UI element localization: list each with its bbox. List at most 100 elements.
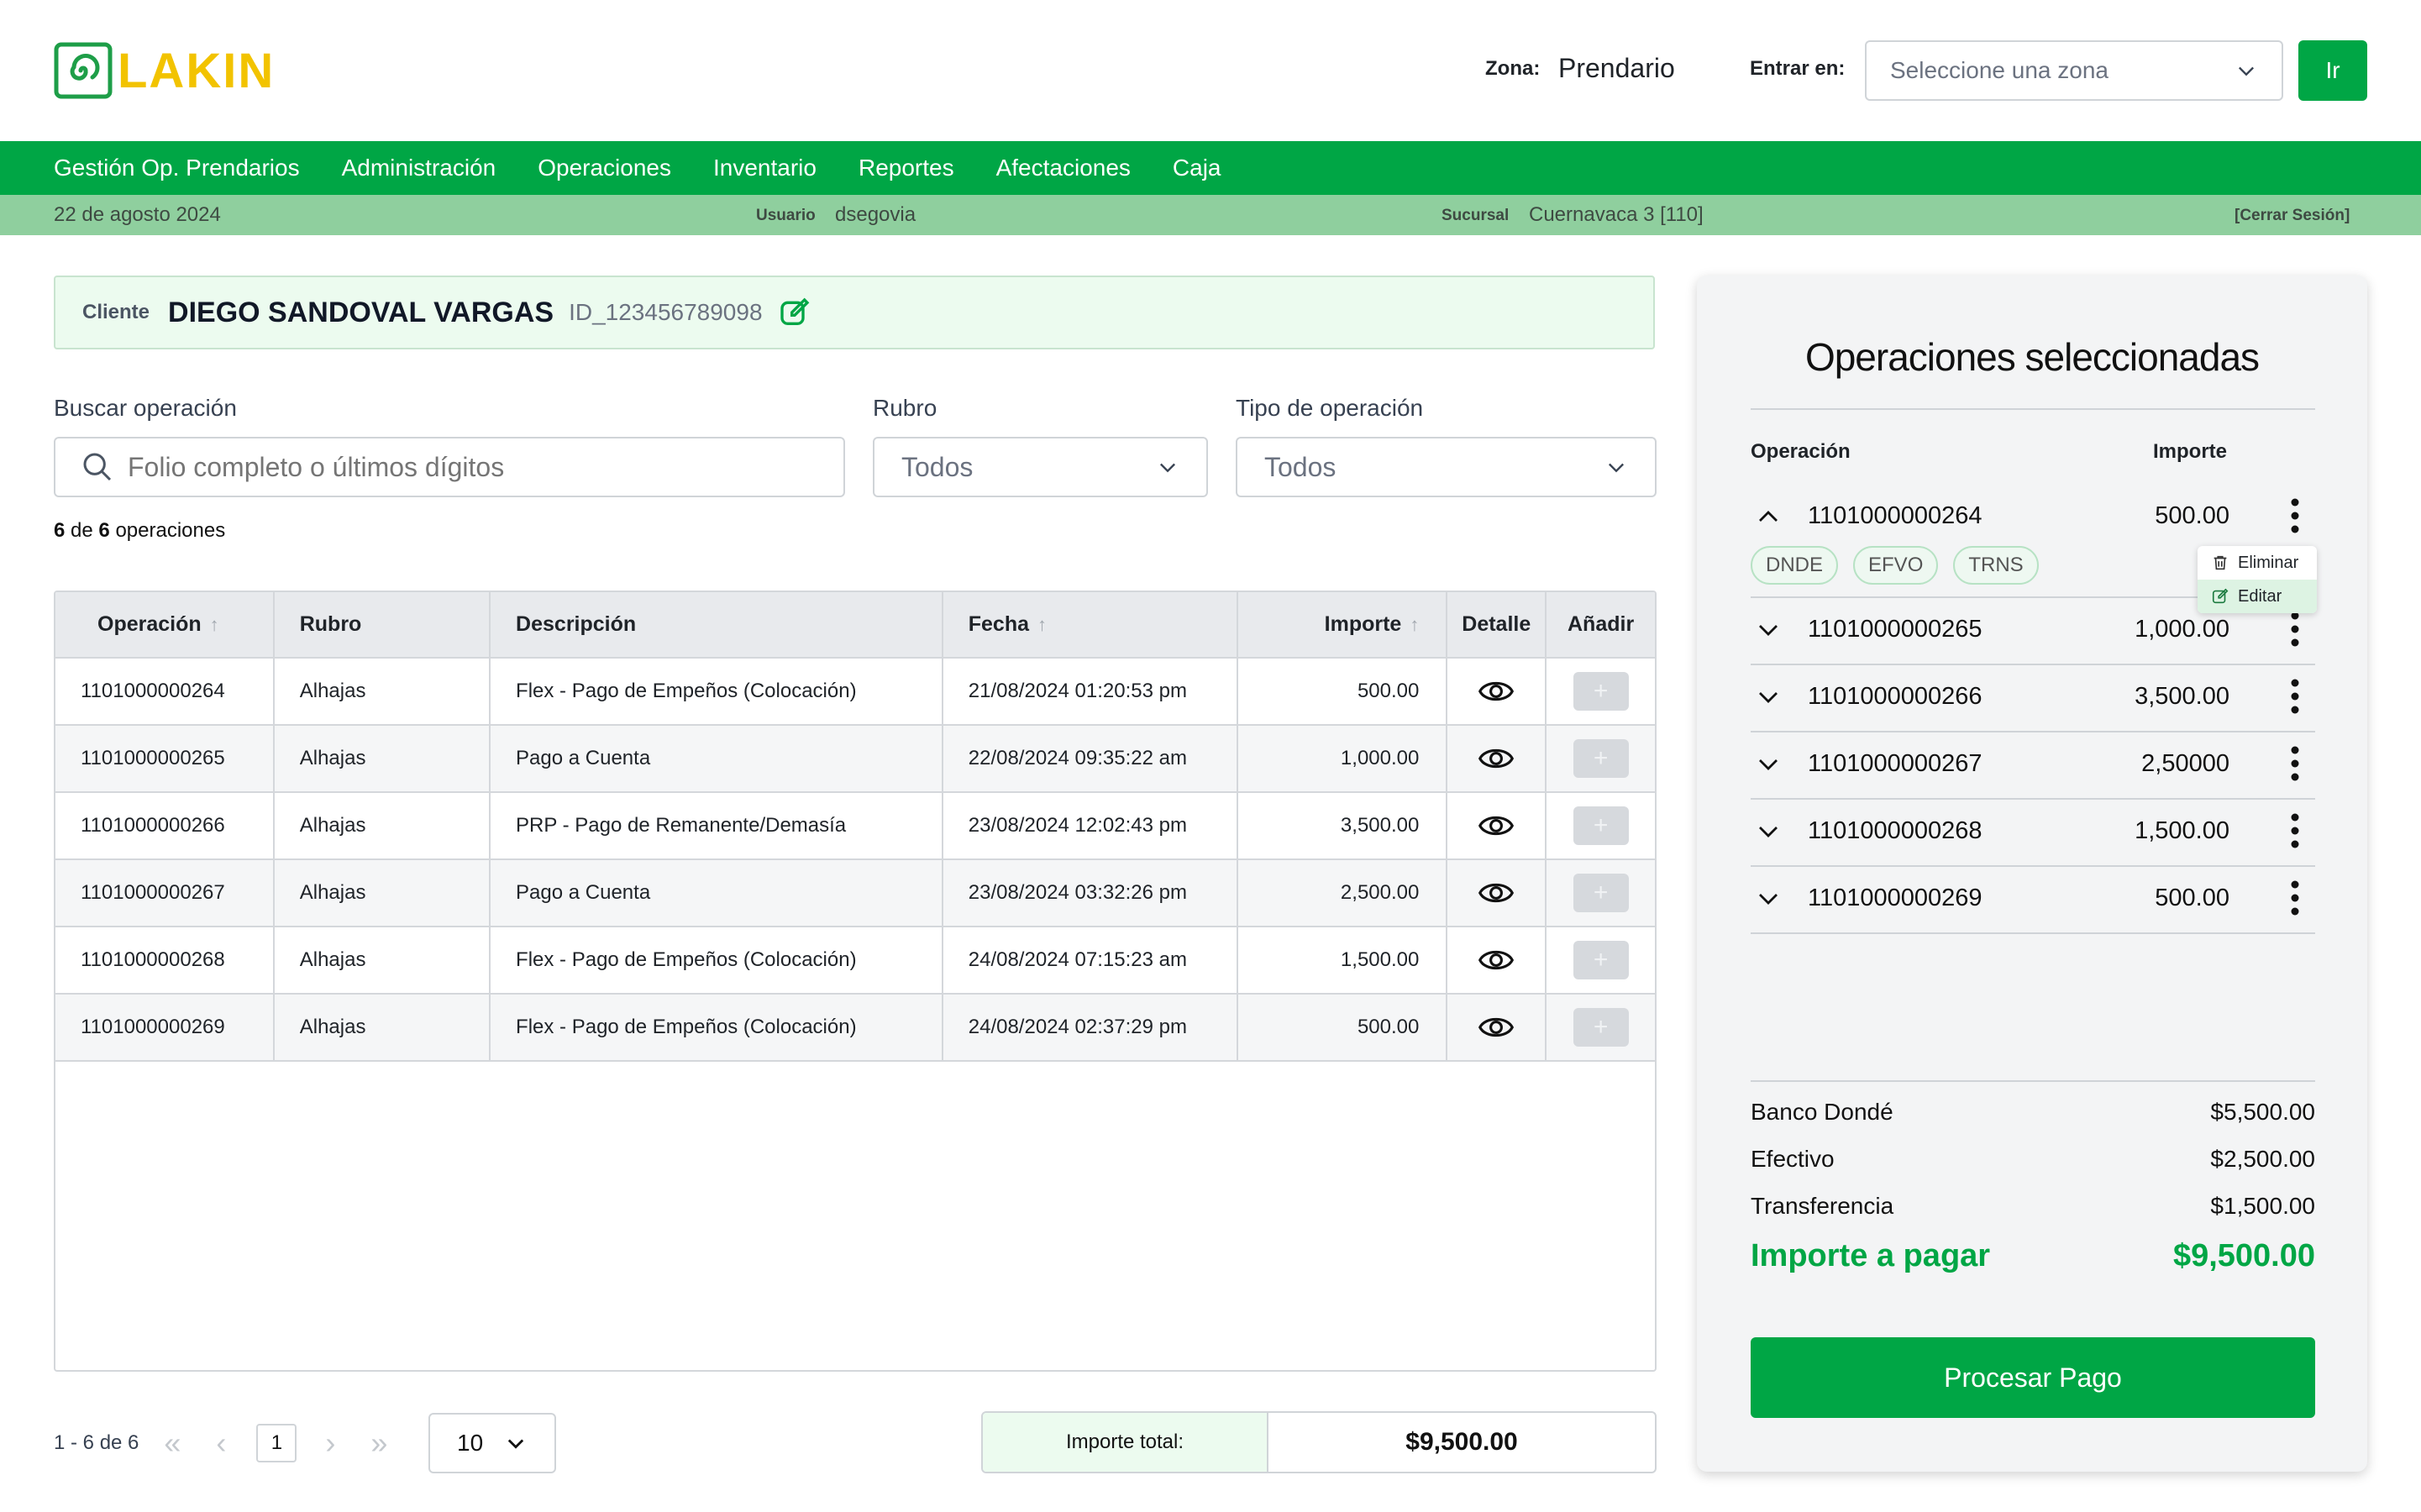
chevron-down-icon[interactable] [1756, 819, 1781, 844]
search-input[interactable] [128, 451, 800, 483]
cell-rubro: Alhajas [273, 725, 491, 793]
go-button[interactable]: Ir [2298, 40, 2367, 101]
tag-dnde[interactable]: DNDE [1751, 546, 1839, 585]
cell-descripcion: Flex - Pago de Empeños (Colocación) [490, 994, 943, 1062]
usuario-label: Usuario [756, 207, 816, 224]
more-vertical-icon[interactable] [2290, 497, 2300, 534]
rubro-select[interactable]: Todos [873, 437, 1208, 497]
cell-operacion: 1101000000266 [55, 792, 275, 860]
eye-icon[interactable] [1447, 673, 1545, 710]
logo[interactable]: LAKIN [54, 42, 275, 99]
chevron-down-icon [1156, 455, 1179, 479]
total-box: Importe total: $9,500.00 [981, 1411, 1657, 1473]
first-page-icon[interactable]: « [157, 1425, 187, 1461]
nav-item-caja[interactable]: Caja [1173, 155, 1221, 181]
zona-select-placeholder: Seleccione una zona [1890, 57, 2109, 83]
cell-importe: 1,500.00 [1237, 927, 1448, 995]
zona-select[interactable]: Seleccione una zona [1865, 40, 2283, 101]
sort-up-icon[interactable]: ↑ [1410, 614, 1419, 635]
per-page-select[interactable]: 10 [428, 1413, 556, 1473]
count-shown: 6 [54, 519, 66, 542]
main-nav: Gestión Op. Prendarios Administración Op… [0, 141, 2421, 195]
payment-tags: DNDE EFVO TRNS [1751, 546, 2054, 585]
more-vertical-icon[interactable] [2290, 879, 2300, 916]
search-box [54, 437, 845, 497]
add-button[interactable]: + [1573, 874, 1629, 912]
edit-icon[interactable] [778, 296, 811, 329]
cell-fecha: 21/08/2024 01:20:53 pm [942, 658, 1238, 726]
chevron-up-icon[interactable] [1756, 504, 1781, 529]
tag-trns[interactable]: TRNS [1953, 546, 2039, 585]
next-page-icon[interactable]: › [315, 1425, 345, 1461]
cell-descripcion: PRP - Pago de Remanente/Demasía [490, 792, 943, 860]
add-button[interactable]: + [1573, 1008, 1629, 1047]
cell-operacion: 1101000000269 [55, 994, 275, 1062]
menu-item-delete[interactable]: Eliminar [2198, 546, 2317, 580]
sort-up-icon[interactable]: ↑ [1037, 614, 1047, 635]
chevron-down-icon[interactable] [1756, 685, 1781, 710]
selected-op-number: 1101000000269 [1808, 885, 1982, 911]
cell-importe: 3,500.00 [1237, 792, 1448, 860]
add-button[interactable]: + [1573, 941, 1629, 979]
eye-icon[interactable] [1447, 942, 1545, 979]
col-fecha[interactable]: Fecha ↑ [942, 592, 1238, 659]
cell-importe: 2,500.00 [1237, 859, 1448, 927]
logout-link[interactable]: [Cerrar Sesión] [2235, 207, 2350, 225]
panel-title: Operaciones seleccionadas [1804, 335, 2260, 379]
sort-up-icon[interactable]: ↑ [210, 614, 219, 635]
prev-page-icon[interactable]: ‹ [206, 1425, 236, 1461]
info-bar: 22 de agosto 2024 Usuario dsegovia Sucur… [0, 195, 2421, 235]
usuario-value: dsegovia [835, 203, 916, 226]
table-row: 1101000000269 Alhajas Flex - Pago de Emp… [55, 994, 1655, 1062]
selected-op-number: 1101000000266 [1808, 683, 1982, 710]
summary-value: $2,500.00 [2210, 1146, 2315, 1172]
client-id: ID_123456789098 [569, 299, 763, 325]
cell-rubro: Alhajas [273, 927, 491, 995]
grand-total-label: Importe a pagar [1751, 1238, 1991, 1273]
logo-text: LAKIN [118, 43, 276, 98]
more-vertical-icon[interactable] [2290, 745, 2300, 782]
process-payment-button[interactable]: Procesar Pago [1751, 1337, 2315, 1418]
tipo-select[interactable]: Todos [1236, 437, 1657, 497]
search-label: Buscar operación [54, 395, 237, 421]
current-page[interactable]: 1 [256, 1424, 297, 1462]
cell-rubro: Alhajas [273, 859, 491, 927]
cell-rubro: Alhajas [273, 792, 491, 860]
add-button[interactable]: + [1573, 739, 1629, 778]
chevron-down-icon[interactable] [1756, 617, 1781, 643]
selected-op-number: 1101000000268 [1808, 817, 1982, 844]
chevron-down-icon[interactable] [1756, 886, 1781, 911]
count-total: 6 [98, 519, 110, 542]
nav-item-afectaciones[interactable]: Afectaciones [996, 155, 1131, 181]
menu-item-edit[interactable]: Editar [2198, 580, 2317, 613]
nav-item-operaciones[interactable]: Operaciones [538, 155, 671, 181]
tag-efvo[interactable]: EFVO [1853, 546, 1939, 585]
cell-descripcion: Flex - Pago de Empeños (Colocación) [490, 658, 943, 726]
cell-descripcion: Flex - Pago de Empeños (Colocación) [490, 927, 943, 995]
eye-icon[interactable] [1447, 740, 1545, 777]
nav-item-administracion[interactable]: Administración [342, 155, 496, 181]
eye-icon[interactable] [1447, 807, 1545, 844]
add-button[interactable]: + [1573, 806, 1629, 845]
zona-label: Zona: [1485, 57, 1541, 80]
more-vertical-icon[interactable] [2290, 611, 2300, 648]
zona-value: Prendario [1558, 53, 1675, 83]
rubro-label: Rubro [873, 395, 937, 421]
summary-label: Banco Dondé [1751, 1099, 1893, 1125]
more-vertical-icon[interactable] [2290, 678, 2300, 715]
more-vertical-icon[interactable] [2290, 812, 2300, 849]
cell-operacion: 1101000000267 [55, 859, 275, 927]
selected-operations-panel: Operaciones seleccionadas Operación Impo… [1697, 276, 2367, 1472]
col-importe[interactable]: Importe ↑ [1237, 592, 1448, 659]
nav-item-gestion[interactable]: Gestión Op. Prendarios [54, 155, 300, 181]
eye-icon[interactable] [1447, 1009, 1545, 1046]
last-page-icon[interactable]: » [364, 1425, 394, 1461]
nav-item-inventario[interactable]: Inventario [713, 155, 817, 181]
add-button[interactable]: + [1573, 672, 1629, 711]
selected-op-amount: 1,000.00 [2135, 616, 2229, 643]
table-row: 1101000000267 Alhajas Pago a Cuenta 23/0… [55, 859, 1655, 927]
eye-icon[interactable] [1447, 874, 1545, 911]
col-operacion[interactable]: Operación ↑ [55, 592, 275, 659]
chevron-down-icon[interactable] [1756, 752, 1781, 777]
nav-item-reportes[interactable]: Reportes [859, 155, 954, 181]
